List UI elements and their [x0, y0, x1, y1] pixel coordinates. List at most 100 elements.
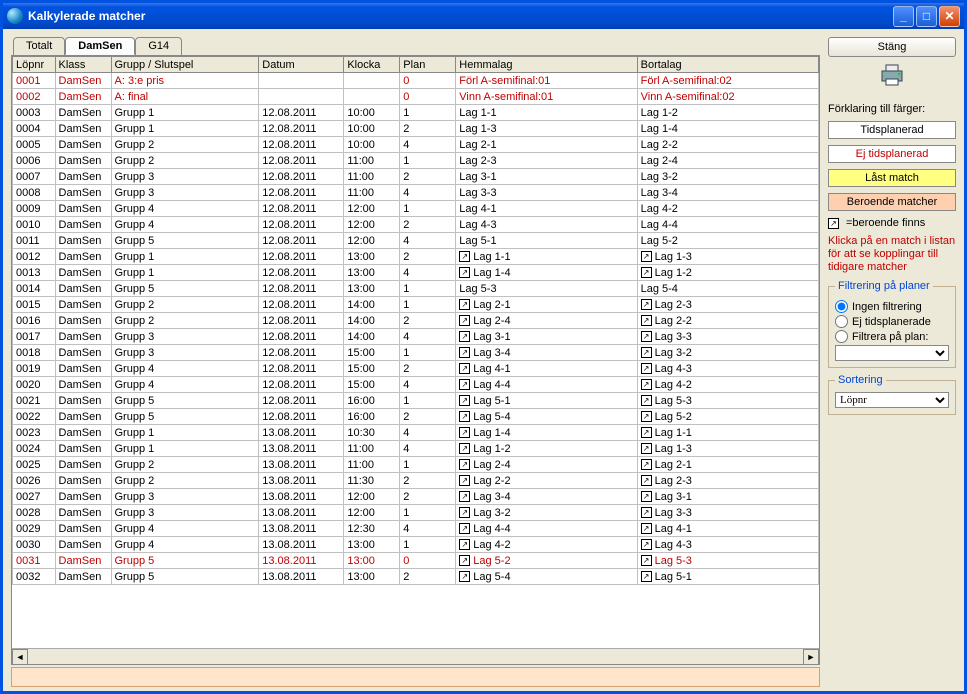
table-row[interactable]: 0027DamSenGrupp 313.08.201112:002Lag 3-4… [13, 489, 819, 505]
filter-byplan-radio[interactable] [835, 330, 848, 343]
col-header[interactable]: Löpnr [13, 57, 56, 73]
status-bar [11, 667, 820, 687]
dependency-icon [641, 363, 652, 374]
dependency-icon [459, 539, 470, 550]
dependency-icon [641, 315, 652, 326]
minimize-button[interactable]: _ [893, 6, 914, 27]
table-row[interactable]: 0030DamSenGrupp 413.08.201113:001Lag 4-2… [13, 537, 819, 553]
sort-select[interactable]: Löpnr [835, 392, 949, 408]
dependency-icon [459, 571, 470, 582]
table-row[interactable]: 0007DamSenGrupp 312.08.201111:002Lag 3-1… [13, 169, 819, 185]
dependency-icon [459, 395, 470, 406]
col-header[interactable]: Klass [55, 57, 111, 73]
match-grid: LöpnrKlassGrupp / SlutspelDatumKlockaPla… [11, 55, 820, 665]
dependency-icon [641, 331, 652, 342]
dependency-icon [459, 427, 470, 438]
dependency-icon [459, 507, 470, 518]
dependency-icon [641, 523, 652, 534]
table-row[interactable]: 0003DamSenGrupp 112.08.201110:001Lag 1-1… [13, 105, 819, 121]
table-row[interactable]: 0029DamSenGrupp 413.08.201112:304Lag 4-4… [13, 521, 819, 537]
dependency-icon [459, 411, 470, 422]
dependency-icon [459, 267, 470, 278]
table-row[interactable]: 0028DamSenGrupp 313.08.201112:001Lag 3-2… [13, 505, 819, 521]
legend-planned: Tidsplanerad [828, 121, 956, 139]
dependency-icon [459, 331, 470, 342]
table-row[interactable]: 0031DamSenGrupp 513.08.201113:000Lag 5-2… [13, 553, 819, 569]
dependency-icon [459, 347, 470, 358]
table-row[interactable]: 0018DamSenGrupp 312.08.201115:001Lag 3-4… [13, 345, 819, 361]
table-row[interactable]: 0016DamSenGrupp 212.08.201114:002Lag 2-4… [13, 313, 819, 329]
click-hint: Klicka på en match i listan för att se k… [828, 235, 956, 274]
col-header[interactable]: Klocka [344, 57, 400, 73]
table-row[interactable]: 0021DamSenGrupp 512.08.201116:001Lag 5-1… [13, 393, 819, 409]
table-row[interactable]: 0025DamSenGrupp 213.08.201111:001Lag 2-4… [13, 457, 819, 473]
dependency-icon [459, 523, 470, 534]
dependency-icon [641, 555, 652, 566]
col-header[interactable]: Grupp / Slutspel [111, 57, 259, 73]
table-row[interactable]: 0002DamSenA: final0Vinn A-semifinal:01Vi… [13, 89, 819, 105]
dependency-icon [641, 251, 652, 262]
table-row[interactable]: 0014DamSenGrupp 512.08.201113:001Lag 5-3… [13, 281, 819, 297]
dependency-icon [641, 267, 652, 278]
dependency-icon [641, 491, 652, 502]
app-icon [7, 8, 23, 24]
dependency-icon [641, 395, 652, 406]
table-row[interactable]: 0023DamSenGrupp 113.08.201110:304Lag 1-4… [13, 425, 819, 441]
dependency-icon [641, 379, 652, 390]
dependency-icon [459, 491, 470, 502]
dependency-icon [641, 475, 652, 486]
dependency-icon [459, 555, 470, 566]
table-row[interactable]: 0010DamSenGrupp 412.08.201112:002Lag 4-3… [13, 217, 819, 233]
table-row[interactable]: 0009DamSenGrupp 412.08.201112:001Lag 4-1… [13, 201, 819, 217]
scroll-left-icon[interactable]: ◄ [12, 649, 28, 665]
filter-plan-select[interactable] [835, 345, 949, 361]
col-header[interactable]: Bortalag [637, 57, 818, 73]
table-row[interactable]: 0008DamSenGrupp 312.08.201111:004Lag 3-3… [13, 185, 819, 201]
filter-unplanned-radio[interactable] [835, 315, 848, 328]
horizontal-scrollbar[interactable]: ◄ ► [12, 648, 819, 664]
maximize-button[interactable]: □ [916, 6, 937, 27]
tab-totalt[interactable]: Totalt [13, 37, 65, 55]
table-row[interactable]: 0001DamSenA: 3:e pris0Förl A-semifinal:0… [13, 73, 819, 89]
table-row[interactable]: 0006DamSenGrupp 212.08.201111:001Lag 2-3… [13, 153, 819, 169]
tab-g14[interactable]: G14 [135, 37, 182, 55]
legend-dependent: Beroende matcher [828, 193, 956, 211]
table-row[interactable]: 0032DamSenGrupp 513.08.201113:002Lag 5-4… [13, 569, 819, 585]
table-row[interactable]: 0017DamSenGrupp 312.08.201114:004Lag 3-1… [13, 329, 819, 345]
print-icon[interactable] [828, 63, 956, 93]
dependency-icon [641, 507, 652, 518]
table-row[interactable]: 0019DamSenGrupp 412.08.201115:002Lag 4-1… [13, 361, 819, 377]
dependency-icon [641, 347, 652, 358]
dependency-icon [641, 411, 652, 422]
dependency-icon [641, 427, 652, 438]
table-row[interactable]: 0020DamSenGrupp 412.08.201115:004Lag 4-4… [13, 377, 819, 393]
dependency-icon [459, 363, 470, 374]
close-window-button[interactable]: ✕ [939, 6, 960, 27]
col-header[interactable]: Hemmalag [456, 57, 637, 73]
close-button[interactable]: Stäng [828, 37, 956, 57]
col-header[interactable]: Plan [400, 57, 456, 73]
grid-scroll[interactable]: LöpnrKlassGrupp / SlutspelDatumKlockaPla… [12, 56, 819, 648]
legend-title: Förklaring till färger: [828, 103, 956, 115]
table-row[interactable]: 0005DamSenGrupp 212.08.201110:004Lag 2-1… [13, 137, 819, 153]
filter-none-radio[interactable] [835, 300, 848, 313]
dependency-icon [459, 251, 470, 262]
dependency-explain: =beroende finns [828, 217, 956, 229]
scroll-right-icon[interactable]: ► [803, 649, 819, 665]
legend-locked: Låst match [828, 169, 956, 187]
table-row[interactable]: 0011DamSenGrupp 512.08.201112:004Lag 5-1… [13, 233, 819, 249]
table-row[interactable]: 0026DamSenGrupp 213.08.201111:302Lag 2-2… [13, 473, 819, 489]
table-row[interactable]: 0012DamSenGrupp 112.08.201113:002Lag 1-1… [13, 249, 819, 265]
table-row[interactable]: 0022DamSenGrupp 512.08.201116:002Lag 5-4… [13, 409, 819, 425]
dependency-icon [459, 475, 470, 486]
table-row[interactable]: 0004DamSenGrupp 112.08.201110:002Lag 1-3… [13, 121, 819, 137]
dependency-icon [459, 443, 470, 454]
tab-damsen[interactable]: DamSen [65, 37, 135, 55]
col-header[interactable]: Datum [259, 57, 344, 73]
table-row[interactable]: 0024DamSenGrupp 113.08.201111:004Lag 1-2… [13, 441, 819, 457]
table-row[interactable]: 0015DamSenGrupp 212.08.201114:001Lag 2-1… [13, 297, 819, 313]
dependency-icon [641, 443, 652, 454]
table-row[interactable]: 0013DamSenGrupp 112.08.201113:004Lag 1-4… [13, 265, 819, 281]
dependency-icon [641, 539, 652, 550]
dependency-icon [459, 379, 470, 390]
